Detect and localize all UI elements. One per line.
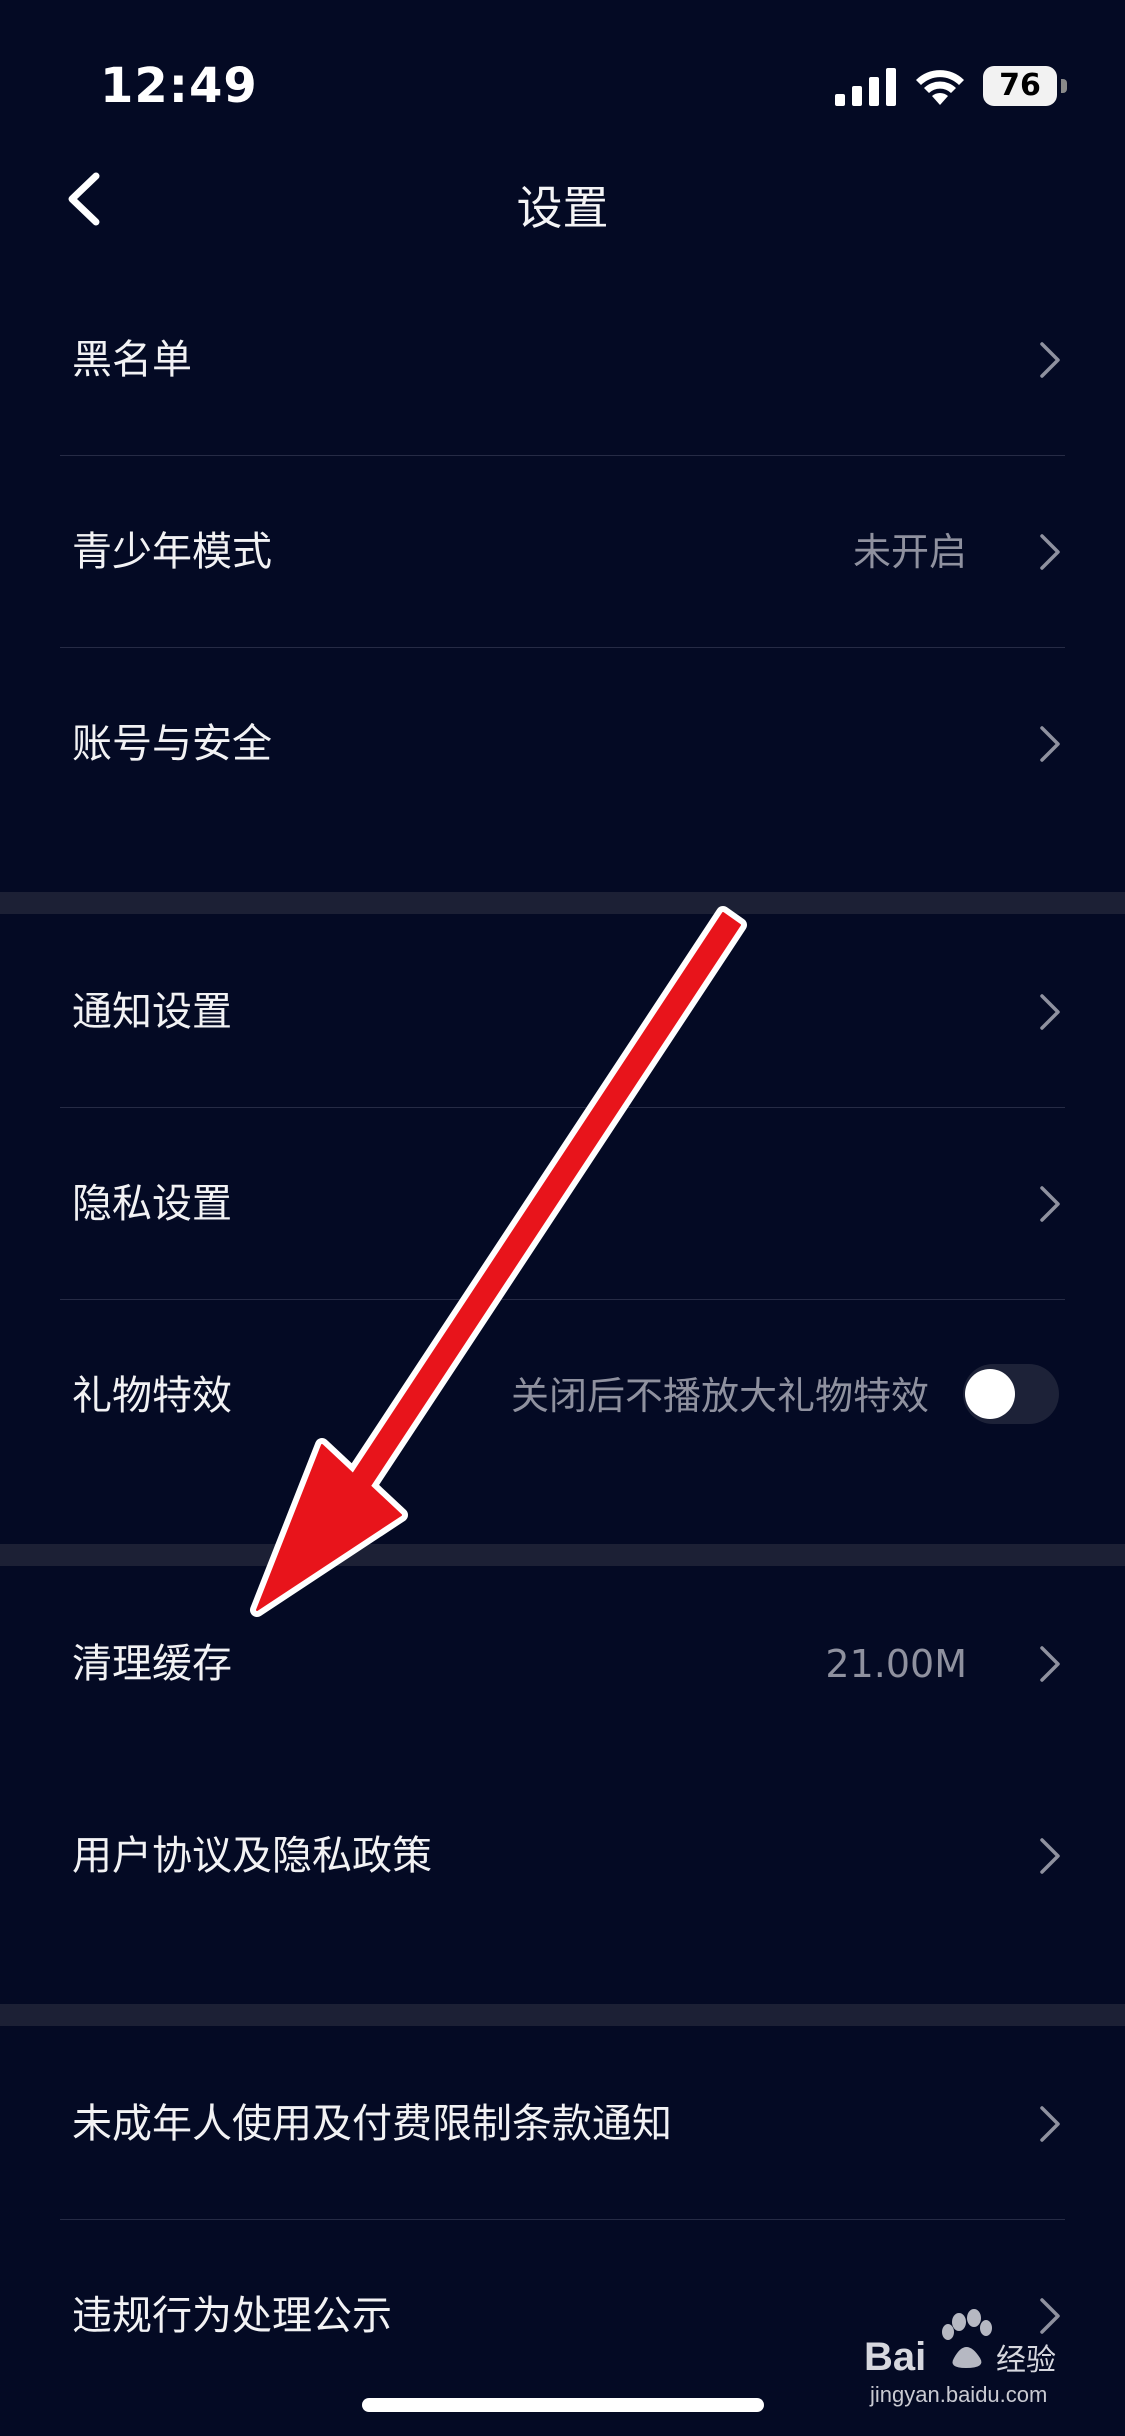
- settings-row-minor-terms[interactable]: 未成年人使用及付费限制条款通知: [0, 2028, 1125, 2220]
- home-indicator[interactable]: [362, 2398, 764, 2412]
- cache-size: 21.00M: [825, 1642, 967, 1686]
- watermark-url: jingyan.baidu.com: [870, 2382, 1048, 2407]
- battery-level: 76: [983, 66, 1057, 106]
- chevron-right-icon: [1040, 1186, 1060, 1222]
- status-bar: 12:49 76: [0, 0, 1125, 170]
- baidu-watermark: Bai 经验 jingyan.baidu.com: [862, 2306, 1082, 2407]
- row-value: 未开启: [852, 530, 967, 574]
- status-time: 12:49: [100, 58, 258, 114]
- row-label: 黑名单: [72, 337, 192, 383]
- row-label: 礼物特效: [72, 1373, 232, 1419]
- chevron-right-icon: [1040, 1646, 1060, 1682]
- chevron-right-icon: [1040, 342, 1060, 378]
- settings-group-preferences: 通知设置 隐私设置 礼物特效 关闭后不播放大礼物特效: [0, 916, 1125, 1492]
- navigation-bar: 设置: [0, 150, 1125, 250]
- row-label: 清理缓存: [72, 1641, 232, 1687]
- settings-row-blacklist[interactable]: 黑名单: [0, 264, 1125, 456]
- baidu-logo: Bai 经验: [864, 2309, 1056, 2378]
- row-label: 账号与安全: [72, 721, 272, 767]
- page-title: 设置: [516, 181, 609, 235]
- settings-row-user-agreement[interactable]: 用户协议及隐私政策: [0, 1760, 1125, 1952]
- row-label: 青少年模式: [72, 529, 272, 575]
- settings-group-storage: 清理缓存 21.00M 用户协议及隐私政策: [0, 1568, 1125, 1952]
- row-label: 违规行为处理公示: [72, 2293, 392, 2339]
- chevron-right-icon: [1040, 1838, 1060, 1874]
- section-separator: [0, 2004, 1125, 2026]
- settings-row-youth-mode[interactable]: 青少年模式 未开启: [0, 456, 1125, 648]
- row-description: 关闭后不播放大礼物特效: [510, 1374, 929, 1418]
- settings-row-gift-effects: 礼物特效 关闭后不播放大礼物特效: [0, 1300, 1125, 1492]
- section-separator: [0, 892, 1125, 914]
- row-label: 隐私设置: [72, 1181, 232, 1227]
- row-label: 用户协议及隐私政策: [72, 1833, 432, 1879]
- settings-row-account-security[interactable]: 账号与安全: [0, 648, 1125, 840]
- chevron-right-icon: [1040, 534, 1060, 570]
- toggle-knob: [965, 1369, 1015, 1419]
- chevron-right-icon: [1040, 726, 1060, 762]
- row-label: 未成年人使用及付费限制条款通知: [72, 2101, 672, 2147]
- row-label: 通知设置: [72, 989, 232, 1035]
- svg-text:Bai: Bai: [864, 2335, 926, 2378]
- section-separator: [0, 1544, 1125, 1566]
- gift-effects-toggle[interactable]: [963, 1364, 1059, 1424]
- settings-row-clear-cache[interactable]: 清理缓存 21.00M: [0, 1568, 1125, 1760]
- cellular-signal-icon: [835, 68, 896, 106]
- battery-icon: 76: [983, 66, 1067, 106]
- chevron-right-icon: [1040, 994, 1060, 1030]
- status-icons: 76: [835, 64, 1067, 108]
- svg-text:经验: 经验: [996, 2343, 1056, 2378]
- settings-group-account: 黑名单 青少年模式 未开启 账号与安全: [0, 264, 1125, 840]
- chevron-right-icon: [1040, 2106, 1060, 2142]
- settings-row-privacy[interactable]: 隐私设置: [0, 1108, 1125, 1300]
- settings-row-notifications[interactable]: 通知设置: [0, 916, 1125, 1108]
- wifi-icon: [916, 70, 964, 105]
